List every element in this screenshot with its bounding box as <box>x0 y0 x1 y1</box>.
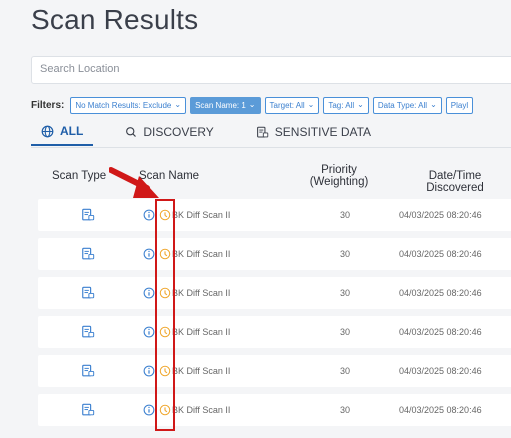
date-cell: 04/03/2025 08:20:46 <box>399 249 482 259</box>
date-cell: 04/03/2025 08:20:46 <box>399 327 482 337</box>
filter-chip-label: Playl <box>450 100 469 110</box>
tab-label: ALL <box>60 124 84 138</box>
chevron-down-icon: ⌄ <box>357 100 364 109</box>
result-tabs: ALL DISCOVERY SENSITIVE DATA <box>31 122 381 148</box>
scan-type-icon <box>81 199 95 231</box>
priority-cell: 30 <box>340 249 351 259</box>
filter-chip-label: Target: All <box>269 100 305 110</box>
table-row[interactable]: BK Diff Scan II 30 04/03/2025 08:20:46 <box>38 277 511 309</box>
info-icon[interactable] <box>143 238 155 270</box>
column-header-date[interactable]: Date/Time Discovered <box>399 170 511 194</box>
scan-name-cell[interactable]: BK Diff Scan II <box>172 355 230 387</box>
priority-cell: 30 <box>340 366 351 376</box>
filter-no-match-results[interactable]: No Match Results: Exclude ⌄ <box>70 96 187 114</box>
date-cell: 04/03/2025 08:20:46 <box>399 405 482 415</box>
search-location-input[interactable]: Search Location <box>31 56 511 84</box>
filters-label: Filters: <box>31 99 65 111</box>
globe-icon <box>41 125 54 138</box>
search-icon <box>125 126 137 138</box>
scan-name-cell[interactable]: BK Diff Scan II <box>172 277 230 309</box>
tab-all[interactable]: ALL <box>31 124 94 146</box>
scan-name-cell[interactable]: BK Diff Scan II <box>172 316 230 348</box>
filter-chip-label: Data Type: All <box>377 100 428 110</box>
priority-cell: 30 <box>340 288 351 298</box>
column-header-scan-type[interactable]: Scan Type <box>52 170 106 182</box>
filter-target[interactable]: Target: All ⌄ <box>264 96 320 114</box>
table-row[interactable]: BK Diff Scan II 30 04/03/2025 08:20:46 <box>38 316 511 348</box>
priority-cell: 30 <box>340 327 351 337</box>
filter-playbook[interactable]: Playl <box>445 96 474 114</box>
filter-tag[interactable]: Tag: All ⌄ <box>323 96 369 114</box>
table-row[interactable]: BK Diff Scan II 30 04/03/2025 08:20:46 <box>38 394 511 426</box>
date-cell: 04/03/2025 08:20:46 <box>399 210 482 220</box>
page-title: Scan Results <box>31 4 199 35</box>
info-icon[interactable] <box>143 277 155 309</box>
tab-label: DISCOVERY <box>143 125 214 139</box>
scan-type-icon <box>81 277 95 309</box>
priority-cell: 30 <box>340 405 351 415</box>
chevron-down-icon: ⌄ <box>248 100 256 109</box>
filter-chip-label: Scan Name: 1 <box>195 100 246 110</box>
filters-bar: Filters: No Match Results: Exclude ⌄ Sca… <box>31 96 474 114</box>
priority-cell: 30 <box>340 210 351 220</box>
sensitive-data-icon <box>256 126 269 139</box>
info-icon[interactable] <box>143 316 155 348</box>
filter-chip-label: No Match Results: Exclude <box>75 100 172 110</box>
scan-type-icon <box>81 394 95 426</box>
filter-data-type[interactable]: Data Type: All ⌄ <box>372 96 442 114</box>
info-icon[interactable] <box>143 355 155 387</box>
chevron-down-icon: ⌄ <box>307 100 315 109</box>
tabs-divider <box>31 147 511 148</box>
tab-discovery[interactable]: DISCOVERY <box>115 125 223 145</box>
column-header-priority[interactable]: Priority (Weighting) <box>306 164 372 188</box>
scan-name-cell[interactable]: BK Diff Scan II <box>172 199 230 231</box>
date-cell: 04/03/2025 08:20:46 <box>399 366 482 376</box>
scan-name-cell[interactable]: BK Diff Scan II <box>172 238 230 270</box>
priority-header-line: Priority <box>321 164 357 176</box>
scan-type-icon <box>81 316 95 348</box>
chevron-down-icon: ⌄ <box>430 100 437 109</box>
tab-sensitive-data[interactable]: SENSITIVE DATA <box>246 125 381 145</box>
table-row[interactable]: BK Diff Scan II 30 04/03/2025 08:20:46 <box>38 355 511 387</box>
tab-label: SENSITIVE DATA <box>274 125 372 139</box>
priority-header-line: (Weighting) <box>309 176 369 188</box>
date-cell: 04/03/2025 08:20:46 <box>399 288 482 298</box>
scan-name-cell[interactable]: BK Diff Scan II <box>172 394 230 426</box>
filter-scan-name[interactable]: Scan Name: 1 ⌄ <box>190 96 261 114</box>
chevron-down-icon: ⌄ <box>174 100 182 109</box>
scan-type-icon <box>81 238 95 270</box>
filter-chip-label: Tag: All <box>328 100 355 110</box>
annotation-highlight-box <box>155 199 175 431</box>
table-row[interactable]: BK Diff Scan II 30 04/03/2025 08:20:46 <box>38 238 511 270</box>
scan-type-icon <box>81 355 95 387</box>
info-icon[interactable] <box>143 394 155 426</box>
